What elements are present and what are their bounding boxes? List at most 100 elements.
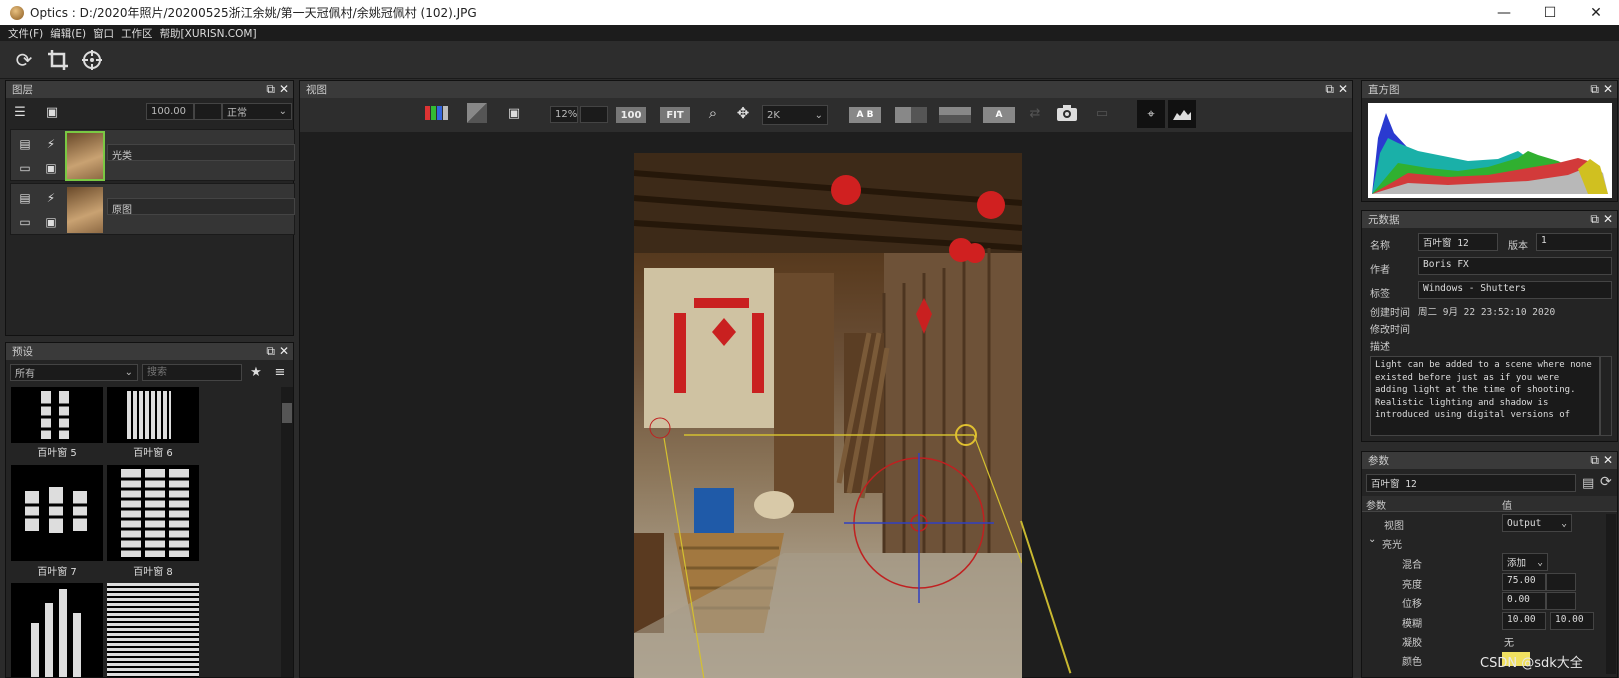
zoom-icon[interactable]: ⌕: [702, 102, 724, 124]
close-panel-icon[interactable]: ✕: [1338, 82, 1348, 97]
layer-stack-icon[interactable]: ☰: [10, 102, 30, 122]
layer-frame-icon[interactable]: ▣: [41, 212, 61, 232]
menu-icon[interactable]: ≡: [270, 362, 290, 382]
menu-help[interactable]: 帮助[XURISN.COM]: [160, 26, 257, 41]
close-panel-icon[interactable]: ✕: [1603, 82, 1613, 97]
chevron-down-icon: ⌄: [278, 106, 287, 117]
brightness-stepper[interactable]: [1546, 573, 1576, 591]
layer-frame-icon[interactable]: ▣: [42, 102, 62, 122]
float-icon[interactable]: ⧉: [1590, 82, 1599, 97]
close-panel-icon[interactable]: ✕: [279, 344, 289, 359]
preset-name-field[interactable]: 百叶窗 12: [1366, 474, 1576, 492]
tags-field[interactable]: Windows - Shutters: [1418, 281, 1612, 299]
float-icon[interactable]: ⧉: [1590, 212, 1599, 227]
close-panel-icon[interactable]: ✕: [1603, 453, 1613, 468]
crosshair-icon[interactable]: ⌖: [1137, 100, 1165, 128]
category-select[interactable]: 所有 ⌄: [10, 364, 138, 381]
close-button[interactable]: ✕: [1573, 0, 1619, 25]
monitor-icon[interactable]: ▭: [1090, 102, 1114, 124]
offset-stepper[interactable]: [1546, 592, 1576, 610]
menu-edit[interactable]: 编辑(E): [50, 26, 86, 41]
layer-frame-icon[interactable]: ▣: [41, 158, 61, 178]
checker-icon[interactable]: [466, 102, 488, 124]
preset-thumbnail[interactable]: [107, 465, 199, 561]
star-icon[interactable]: ★: [246, 362, 266, 382]
crop-icon[interactable]: [46, 48, 70, 72]
close-panel-icon[interactable]: ✕: [279, 82, 289, 97]
photo-canvas[interactable]: [634, 153, 1022, 678]
menu-file[interactable]: 文件(F): [8, 26, 43, 41]
pan-icon[interactable]: ✥: [732, 102, 754, 124]
preset-thumbnail[interactable]: [11, 465, 103, 561]
blend-param-value: 添加: [1507, 558, 1527, 569]
offset-input[interactable]: 0.00: [1502, 592, 1546, 610]
zoom-100-button[interactable]: 100: [616, 107, 646, 123]
rgb-channels-icon[interactable]: [423, 102, 451, 124]
opacity-stepper[interactable]: [194, 103, 222, 120]
preset-thumbnail[interactable]: [11, 583, 103, 677]
lightning-icon[interactable]: ⚡: [41, 134, 61, 154]
maximize-button[interactable]: ☐: [1527, 0, 1573, 25]
modified-label: 修改时间: [1370, 325, 1410, 336]
blend-param-select[interactable]: 添加 ⌄: [1502, 553, 1548, 571]
minimize-button[interactable]: —: [1481, 0, 1527, 25]
view-param-select[interactable]: Output ⌄: [1502, 514, 1572, 532]
layer-row[interactable]: ▤ ⚡ ▭ ▣ 原图: [10, 183, 295, 235]
opacity-input[interactable]: 100.00: [146, 103, 194, 120]
blend-mode-select[interactable]: 正常 ⌄: [222, 103, 292, 120]
layer-name[interactable]: 光类: [107, 144, 295, 162]
ab-compare-button[interactable]: A B: [849, 107, 881, 123]
float-icon[interactable]: ⧉: [1325, 82, 1334, 97]
layer-thumbnail[interactable]: [67, 187, 103, 233]
close-panel-icon[interactable]: ✕: [1603, 212, 1613, 227]
refresh-icon[interactable]: ⟳: [1600, 474, 1612, 490]
float-icon[interactable]: ⧉: [266, 82, 275, 97]
preset-label: 百叶窗 5: [37, 448, 77, 459]
split-horizontal-icon[interactable]: [939, 107, 971, 123]
layer-thumbnail[interactable]: [65, 131, 105, 181]
blur-y-input[interactable]: 10.00: [1550, 612, 1594, 630]
zoom-stepper[interactable]: [580, 106, 608, 123]
name-field[interactable]: 百叶窗 12: [1418, 233, 1498, 251]
menu-window[interactable]: 窗口: [93, 26, 114, 41]
condense-param-value[interactable]: 无: [1504, 634, 1514, 649]
float-icon[interactable]: ⧉: [266, 344, 275, 359]
histogram-toggle-icon[interactable]: [1168, 100, 1196, 128]
zoom-fit-button[interactable]: FIT: [660, 107, 690, 123]
monitor-icon[interactable]: ▭: [15, 212, 35, 232]
description-text[interactable]: Light can be added to a scene where none…: [1370, 356, 1600, 436]
layer-mask-icon[interactable]: ▤: [15, 134, 35, 154]
preset-search-input[interactable]: [142, 364, 242, 381]
resolution-select[interactable]: 2K ⌄: [762, 105, 828, 125]
version-field[interactable]: 1: [1536, 233, 1612, 251]
float-icon[interactable]: ⧉: [1590, 453, 1599, 468]
description-scrollbar[interactable]: [1600, 356, 1612, 436]
swap-icon[interactable]: ⇄: [1025, 102, 1045, 124]
document-icon[interactable]: ▤: [1582, 476, 1594, 491]
author-field[interactable]: Boris FX: [1418, 257, 1612, 275]
compass-icon[interactable]: [80, 48, 104, 72]
param-scrollbar[interactable]: [1606, 514, 1616, 674]
layer-mask-icon[interactable]: ▤: [15, 188, 35, 208]
offset-param-label: 位移: [1402, 599, 1422, 610]
value-column-header: 值: [1502, 501, 1512, 512]
preset-scrollbar[interactable]: [281, 387, 293, 677]
zoom-input[interactable]: 12%: [550, 106, 578, 123]
blur-x-input[interactable]: 10.00: [1502, 612, 1546, 630]
scrollbar-thumb[interactable]: [282, 403, 292, 423]
fit-frame-icon[interactable]: ▣: [503, 102, 525, 124]
layer-row[interactable]: ▤ ⚡ ▭ ▣ 光类: [10, 129, 295, 181]
preset-thumbnail[interactable]: [107, 583, 199, 677]
chevron-down-icon[interactable]: ⌄: [1368, 534, 1376, 545]
preset-thumbnail[interactable]: [107, 387, 199, 443]
monitor-icon[interactable]: ▭: [15, 158, 35, 178]
layer-name[interactable]: 原图: [107, 198, 295, 216]
split-vertical-icon[interactable]: [895, 107, 927, 123]
brightness-input[interactable]: 75.00: [1502, 573, 1546, 591]
camera-icon[interactable]: [1055, 102, 1079, 124]
refresh-icon[interactable]: ⟳: [12, 48, 36, 72]
preset-thumbnail[interactable]: [11, 387, 103, 443]
a-view-button[interactable]: A: [983, 107, 1015, 123]
lightning-icon[interactable]: ⚡: [41, 188, 61, 208]
menu-workspace[interactable]: 工作区: [121, 26, 153, 41]
